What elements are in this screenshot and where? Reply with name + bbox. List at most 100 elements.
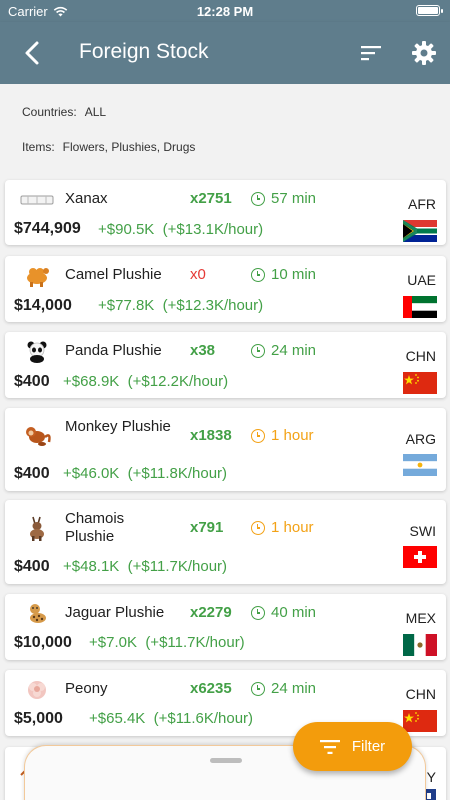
item-name: Panda Plushie — [65, 342, 162, 359]
clock-icon — [251, 606, 265, 620]
item-name: Peony — [65, 680, 108, 697]
south-africa-flag-icon — [403, 220, 437, 242]
item-price: $10,000 — [14, 634, 72, 651]
clock-icon — [251, 192, 265, 206]
panda-plushie-icon — [19, 340, 55, 364]
app-bar: Foreign Stock — [0, 22, 450, 84]
item-profit: +$7.0K (+$11.7K/hour) — [89, 634, 245, 651]
filter-icon — [319, 739, 340, 754]
item-name: Xanax — [65, 190, 108, 207]
restock-time: 1 hour — [271, 427, 314, 444]
status-bar: Carrier 12:28 PM — [0, 0, 450, 22]
filter-button[interactable]: Filter — [293, 722, 412, 771]
pill-icon — [19, 188, 55, 212]
item-name: Jaguar Plushie — [65, 604, 165, 621]
camel-plushie-icon — [19, 264, 55, 288]
item-price: $400 — [14, 373, 50, 390]
countries-value: ALL — [84, 105, 107, 119]
item-profit: +$90.5K (+$13.1K/hour) — [98, 221, 263, 238]
country-code: AFR — [408, 196, 436, 212]
item-quantity: x2279 — [190, 604, 232, 621]
clock-icon — [251, 682, 265, 696]
restock-time: 24 min — [271, 680, 317, 697]
mexico-flag-icon — [403, 634, 437, 656]
status-time: 12:28 PM — [196, 4, 254, 19]
china-flag-icon — [403, 372, 437, 394]
country-code: ARG — [405, 431, 436, 447]
profit-value: +$68.9K — [63, 373, 120, 390]
item-quantity: x2751 — [190, 190, 232, 207]
peony-icon — [19, 678, 55, 702]
uae-flag-icon — [403, 296, 437, 318]
country-code: UAE — [407, 272, 436, 288]
items-value: Flowers, Plushies, Drugs — [62, 140, 196, 154]
stock-card-panda-plushie[interactable]: Panda Plushie x38 24 min $400 +$68.9K (+… — [5, 332, 446, 398]
clock-icon — [251, 429, 265, 443]
profit-rate: (+$11.8K/hour) — [127, 465, 228, 482]
item-quantity: x38 — [190, 342, 216, 359]
filter-summary: Countries: ALL Items: Flowers, Plushies,… — [0, 84, 450, 174]
country-code: MEX — [405, 610, 436, 626]
profit-rate: (+$11.7K/hour) — [145, 634, 245, 651]
profit-value: +$46.0K — [63, 465, 120, 482]
restock-time: 1 hour — [271, 519, 314, 536]
restock-time: 57 min — [271, 190, 317, 207]
profit-value: +$48.1K — [63, 558, 120, 575]
item-price: $400 — [14, 558, 50, 575]
profit-value: +$65.4K — [89, 710, 146, 727]
drag-handle[interactable] — [210, 758, 242, 763]
clock-icon — [251, 521, 265, 535]
countries-label: Countries: — [22, 105, 77, 119]
profit-value: +$90.5K — [98, 221, 155, 238]
country-code: CHN — [405, 686, 436, 702]
item-quantity: x6235 — [190, 680, 232, 697]
item-profit: +$77.8K (+$12.3K/hour) — [98, 297, 263, 314]
profit-value: +$77.8K — [98, 297, 155, 314]
profit-rate: (+$11.7K/hour) — [127, 558, 228, 575]
page-title: Foreign Stock — [79, 40, 209, 63]
item-quantity: x1838 — [190, 427, 232, 444]
item-profit: +$68.9K (+$12.2K/hour) — [63, 373, 228, 390]
item-quantity: x791 — [190, 519, 224, 536]
gear-icon[interactable] — [410, 39, 438, 67]
clock-icon — [251, 344, 265, 358]
items-label: Items: — [22, 140, 55, 154]
item-price: $744,909 — [14, 220, 81, 237]
chamois-plushie-icon — [19, 516, 55, 541]
restock-time: 10 min — [271, 266, 317, 283]
restock-time: 40 min — [271, 604, 317, 621]
item-profit: +$46.0K (+$11.8K/hour) — [63, 465, 227, 482]
item-price: $14,000 — [14, 297, 72, 314]
profit-rate: (+$13.1K/hour) — [162, 221, 264, 238]
jaguar-plushie-icon — [19, 602, 55, 626]
item-profit: +$65.4K (+$11.6K/hour) — [89, 710, 253, 727]
items-filter-row: Items: Flowers, Plushies, Drugs — [22, 140, 195, 154]
item-name: Monkey Plushie — [65, 418, 171, 435]
stock-card-xanax[interactable]: Xanax x2751 57 min $744,909 +$90.5K (+$1… — [5, 180, 446, 245]
item-profit: +$48.1K (+$11.7K/hour) — [63, 558, 227, 575]
monkey-plushie-icon — [19, 424, 55, 448]
battery-icon — [416, 5, 443, 16]
stock-card-camel-plushie[interactable]: Camel Plushie x0 10 min $14,000 +$77.8K … — [5, 256, 446, 322]
switzerland-flag-icon — [403, 546, 437, 568]
country-code: Y — [426, 769, 436, 785]
filter-button-label: Filter — [351, 738, 386, 755]
profit-rate: (+$12.3K/hour) — [162, 297, 264, 314]
profit-value: +$7.0K — [89, 634, 137, 651]
item-name: Chamois Plushie — [65, 510, 125, 545]
sort-icon[interactable] — [358, 40, 384, 66]
argentina-flag-icon — [403, 454, 437, 476]
profit-rate: (+$11.6K/hour) — [153, 710, 254, 727]
back-arrow-icon[interactable] — [18, 38, 48, 68]
stock-card-jaguar-plushie[interactable]: Jaguar Plushie x2279 40 min $10,000 +$7.… — [5, 594, 446, 660]
china-flag-icon — [403, 710, 437, 732]
country-code: CHN — [405, 348, 436, 364]
item-price: $400 — [14, 465, 50, 482]
restock-time: 24 min — [271, 342, 317, 359]
clock-icon — [251, 268, 265, 282]
stock-card-chamois-plushie[interactable]: Chamois Plushie x791 1 hour $400 +$48.1K… — [5, 500, 446, 584]
item-name: Camel Plushie — [65, 266, 162, 283]
stock-card-monkey-plushie[interactable]: Monkey Plushie x1838 1 hour $400 +$46.0K… — [5, 408, 446, 491]
item-quantity: x0 — [190, 266, 206, 283]
country-code: SWI — [409, 523, 436, 539]
